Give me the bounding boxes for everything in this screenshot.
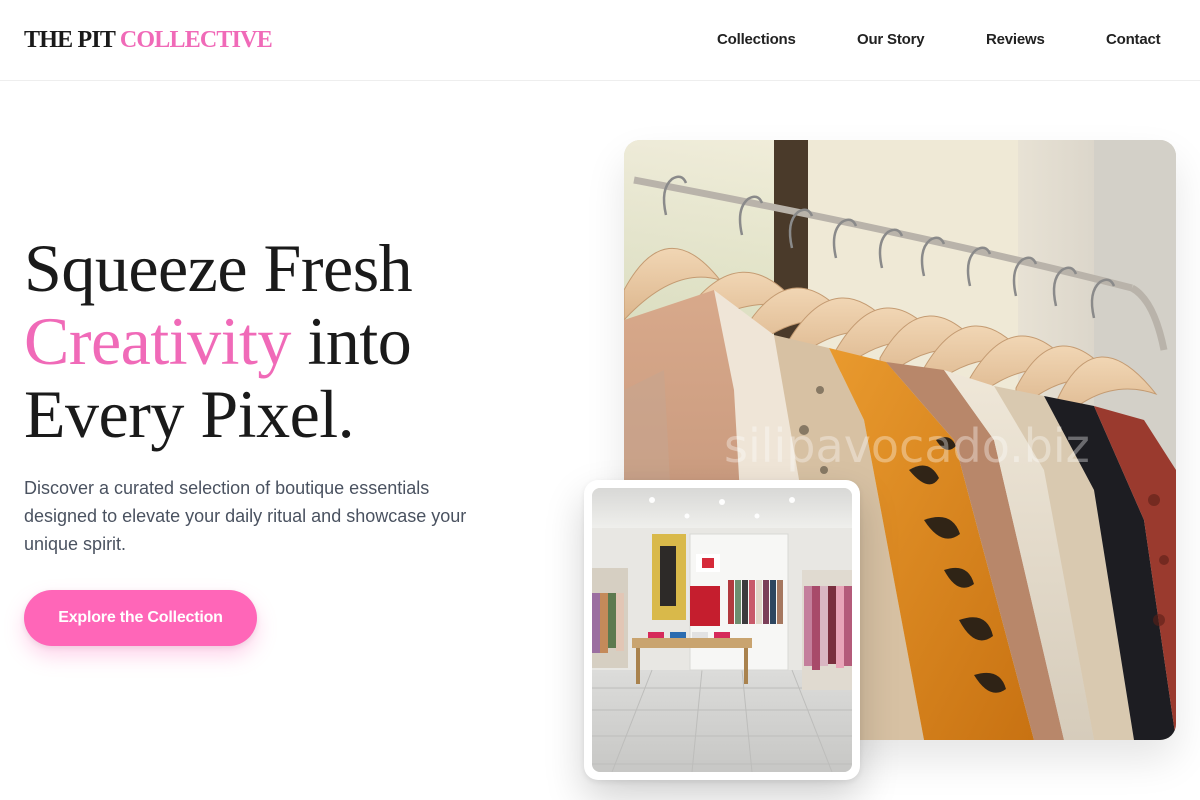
- hero-title-line1: Squeeze Fresh: [24, 230, 413, 306]
- nav-link-contact[interactable]: Contact: [1106, 30, 1161, 50]
- nav-link-our-story[interactable]: Our Story: [857, 30, 925, 50]
- store-interior-image: [592, 488, 852, 772]
- hero-description: Discover a curated selection of boutique…: [24, 478, 467, 554]
- hero-title-line2-rest: into: [307, 303, 412, 379]
- hero-title: Squeeze Fresh Creativity into Every Pixe…: [24, 232, 544, 451]
- store-interior-card: [584, 480, 860, 780]
- hero-title-line3: Every Pixel.: [24, 376, 355, 452]
- nav-link-reviews[interactable]: Reviews: [986, 30, 1045, 50]
- nav-link-collections[interactable]: Collections: [717, 30, 796, 50]
- explore-collection-button[interactable]: Explore the Collection: [24, 590, 257, 646]
- site-header: THE PIT COLLECTIVE Collections Our Story…: [0, 0, 1200, 81]
- hero-title-highlight: Creativity: [24, 303, 291, 379]
- main-nav: Collections Our Story Reviews Contact: [0, 30, 1200, 50]
- image-watermark: silipavocado.biz: [724, 419, 1090, 473]
